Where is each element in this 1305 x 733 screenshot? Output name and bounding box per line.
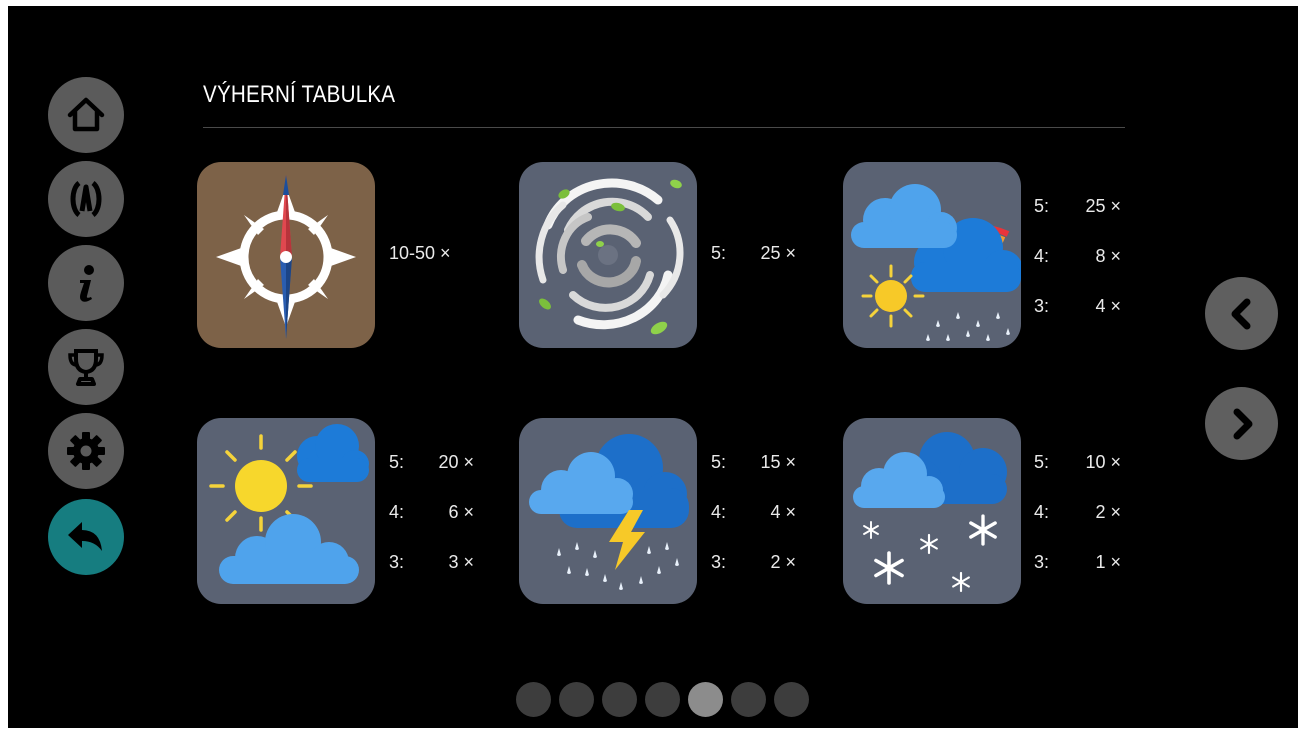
symbol-tile-rainbow	[843, 162, 1021, 348]
symbol-tile-sun-clouds	[197, 418, 375, 604]
paytable-sun-clouds: 5: 20 × 4: 6 × 3: 3 ×	[389, 452, 474, 577]
compass-icon	[197, 162, 375, 348]
payout-multiplier: 15 ×	[760, 452, 796, 472]
game-logo-button[interactable]	[48, 161, 124, 237]
payout-count: 3:	[389, 552, 405, 572]
next-page-button[interactable]	[1205, 387, 1278, 460]
page-dot[interactable]	[602, 682, 637, 717]
payout-multiplier: 25 ×	[760, 243, 796, 263]
page-dot[interactable]	[731, 682, 766, 717]
payout-multiplier: 25 ×	[1085, 196, 1121, 216]
payout-multiplier: 2 ×	[770, 552, 796, 572]
gear-icon	[67, 432, 105, 470]
sun-cloud-icon	[197, 418, 375, 604]
page-dot[interactable]	[559, 682, 594, 717]
paytable-snow: 5: 10 × 4: 2 × 3: 1 ×	[1034, 452, 1121, 577]
page-dot[interactable]	[774, 682, 809, 717]
payout-count: 5:	[711, 452, 727, 472]
thunderstorm-icon	[519, 418, 697, 604]
trophy-icon	[68, 349, 104, 386]
symbol-tile-tornado	[519, 162, 697, 348]
tornado-icon	[519, 162, 697, 348]
paytable-rainbow: 5: 25 × 4: 8 × 3: 4 ×	[1034, 196, 1121, 321]
info-button[interactable]	[48, 245, 124, 321]
payout-multiplier: 6 ×	[448, 502, 474, 522]
trophy-button[interactable]	[48, 329, 124, 405]
paytable-compass: 10-50 ×	[389, 243, 469, 273]
settings-button[interactable]	[48, 413, 124, 489]
back-arrow-icon	[68, 522, 102, 551]
snow-cloud-icon	[843, 418, 1021, 604]
payout-multiplier: 1 ×	[1095, 552, 1121, 572]
game-screen: VÝHERNÍ TABULKA 10-50 × 5: 25 × 5: 25 × …	[8, 6, 1298, 728]
rainbow-cloud-icon	[843, 162, 1021, 348]
game-logo-icon	[70, 181, 102, 217]
page-dot[interactable]	[645, 682, 680, 717]
symbol-tile-storm	[519, 418, 697, 604]
payout-count: 4:	[389, 502, 405, 522]
payout-count: 3:	[711, 552, 727, 572]
payout-count: 4:	[1034, 246, 1050, 266]
payout-multiplier: 3 ×	[448, 552, 474, 572]
info-icon	[80, 265, 94, 302]
payout-count: 3:	[1034, 296, 1050, 316]
home-button[interactable]	[48, 77, 124, 153]
previous-page-button[interactable]	[1205, 277, 1278, 350]
payout-count: 4:	[711, 502, 727, 522]
payout-multiplier: 4 ×	[770, 502, 796, 522]
back-button[interactable]	[48, 499, 124, 575]
home-icon	[67, 97, 105, 132]
pagination	[516, 682, 809, 717]
title-divider	[203, 127, 1125, 128]
payout-label: 10-50 ×	[389, 243, 451, 263]
payout-count: 5:	[1034, 452, 1050, 472]
payout-count: 4:	[1034, 502, 1050, 522]
payout-count: 5:	[711, 243, 727, 263]
symbol-tile-snow	[843, 418, 1021, 604]
symbol-tile-compass	[197, 162, 375, 348]
payout-multiplier: 4 ×	[1095, 296, 1121, 316]
page-title: VÝHERNÍ TABULKA	[203, 81, 396, 108]
page-dot[interactable]	[516, 682, 551, 717]
payout-multiplier: 8 ×	[1095, 246, 1121, 266]
payout-multiplier: 10 ×	[1085, 452, 1121, 472]
paytable-tornado: 5: 25 ×	[711, 243, 796, 273]
payout-count: 5:	[1034, 196, 1050, 216]
chevron-right-icon	[1233, 408, 1252, 439]
payout-multiplier: 20 ×	[438, 452, 474, 472]
payout-multiplier: 2 ×	[1095, 502, 1121, 522]
payout-count: 5:	[389, 452, 405, 472]
page-dot-active[interactable]	[688, 682, 723, 717]
payout-count: 3:	[1034, 552, 1050, 572]
paytable-storm: 5: 15 × 4: 4 × 3: 2 ×	[711, 452, 796, 577]
chevron-left-icon	[1231, 298, 1250, 329]
